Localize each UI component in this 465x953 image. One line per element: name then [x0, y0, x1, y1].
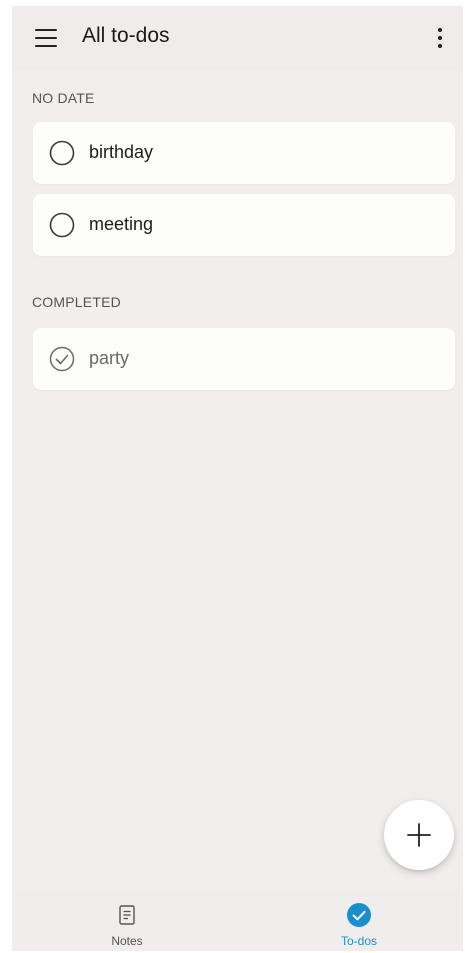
notes-icon: [119, 905, 135, 925]
tab-todos[interactable]: To-dos: [289, 891, 429, 951]
todo-item-birthday[interactable]: birthday: [33, 122, 455, 184]
app-screen: All to-dos NO DATE birthday meeting COMP…: [12, 6, 463, 951]
app-bar: All to-dos: [12, 6, 463, 70]
unchecked-circle-icon[interactable]: [49, 140, 75, 166]
section-label-no-date: NO DATE: [32, 90, 95, 106]
more-vertical-icon[interactable]: [430, 24, 450, 52]
page-title: All to-dos: [82, 24, 170, 47]
check-circle-icon: [347, 903, 371, 927]
tab-todos-label: To-dos: [340, 934, 378, 948]
bottom-navigation: Notes To-dos: [12, 891, 463, 951]
todo-item-label: party: [89, 348, 130, 368]
todo-item-label: meeting: [89, 214, 154, 234]
section-label-completed: COMPLETED: [32, 294, 121, 310]
add-todo-button[interactable]: [384, 800, 454, 870]
checked-circle-icon[interactable]: [49, 346, 75, 372]
unchecked-circle-icon[interactable]: [49, 212, 75, 238]
plus-icon: [407, 823, 431, 847]
hamburger-menu-icon[interactable]: [34, 26, 60, 50]
tab-notes-label: Notes: [111, 934, 143, 948]
todo-item-meeting[interactable]: meeting: [33, 194, 455, 256]
todo-item-party[interactable]: party: [33, 328, 455, 390]
todo-item-label: birthday: [89, 142, 154, 162]
tab-notes[interactable]: Notes: [57, 891, 197, 951]
